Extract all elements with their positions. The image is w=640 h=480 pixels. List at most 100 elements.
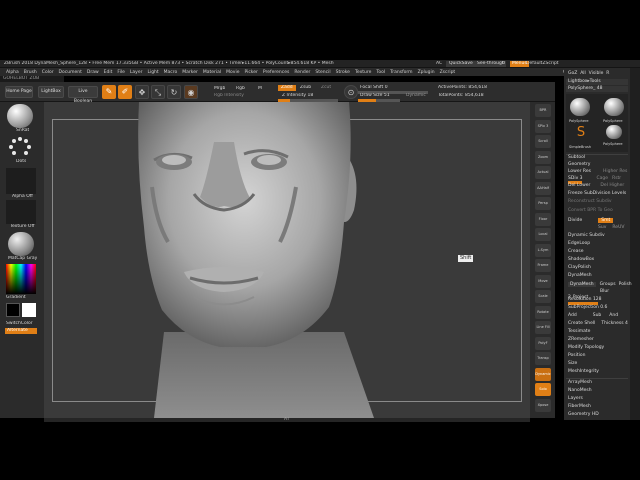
create-shell-button[interactable]: Create Shell xyxy=(568,321,595,326)
lightbox-button[interactable]: LightBox xyxy=(38,86,64,98)
menu-marker[interactable]: Marker xyxy=(182,70,198,75)
shelf-aahalf-button[interactable]: AAHalf xyxy=(535,181,551,195)
shelf-frame-button[interactable]: Frame xyxy=(535,259,551,272)
draw-button[interactable]: ✐ xyxy=(118,85,132,99)
polysphere-thumb-1[interactable] xyxy=(570,98,590,116)
move-button[interactable]: ✥ xyxy=(135,85,149,99)
canvas-viewport[interactable]: Shift xyxy=(44,102,530,418)
del-lower-button[interactable]: Del Lower xyxy=(568,183,590,188)
nanomesh-section[interactable]: NanoMesh xyxy=(566,388,628,394)
color-picker[interactable] xyxy=(6,264,36,294)
claypolish-section[interactable]: ClayPolish xyxy=(566,265,628,271)
menu-color[interactable]: Color xyxy=(42,70,54,75)
position-section[interactable]: Position xyxy=(566,353,628,359)
size-section[interactable]: Size xyxy=(566,361,628,367)
shelf-line-fill-button[interactable]: Line Fill xyxy=(535,321,551,334)
crease-section[interactable]: Crease xyxy=(566,249,628,255)
shadowbox-section[interactable]: ShadowBox xyxy=(566,257,628,263)
modify-topology-section[interactable]: Modify Topology xyxy=(566,345,628,351)
material-icon[interactable] xyxy=(8,232,34,256)
tool-palette-scrollbar[interactable] xyxy=(630,68,640,420)
smt-toggle[interactable]: Smt xyxy=(598,218,614,223)
alpha-thumbnail[interactable] xyxy=(6,168,36,194)
groups-toggle[interactable]: Groups xyxy=(600,282,616,287)
stroke-dots-icon[interactable] xyxy=(7,136,33,158)
divide-button[interactable]: Divide xyxy=(568,218,582,223)
shelf-scale-button[interactable]: Scale xyxy=(535,290,551,303)
sub-button[interactable]: Sub xyxy=(593,313,602,318)
simplebrush-icon[interactable]: S xyxy=(574,125,588,141)
reuv-toggle[interactable]: ReUV xyxy=(612,225,624,230)
suv-toggle[interactable]: Suv xyxy=(598,225,606,230)
shelf-dynamic-button[interactable]: Dynamic xyxy=(535,367,551,381)
rstr-button[interactable]: Rstr xyxy=(612,176,621,181)
shelf-move-button[interactable]: Move xyxy=(535,274,551,288)
dynamesh-button[interactable]: DynaMesh xyxy=(568,282,596,287)
menu-transform[interactable]: Transform xyxy=(390,70,412,75)
edit-button[interactable]: ✎ xyxy=(102,85,116,99)
convert-bpr-button[interactable]: Convert BPR To Geo xyxy=(566,208,628,214)
m-button[interactable]: M xyxy=(258,86,262,92)
tool-name-slider[interactable]: PolySphere_ 48 xyxy=(566,86,628,92)
menu-texture[interactable]: Texture xyxy=(355,70,371,75)
scale-button[interactable]: ⤡ xyxy=(151,85,165,99)
shelf-xpose-button[interactable]: Xpose xyxy=(535,398,551,412)
thickness-slider[interactable]: Thickness 4 xyxy=(601,321,628,326)
dynamesh-section[interactable]: DynaMesh xyxy=(566,273,628,279)
menu-stroke[interactable]: Stroke xyxy=(336,70,350,75)
mrgb-button[interactable]: Mrgb xyxy=(214,86,225,92)
shelf-floor-button[interactable]: Floor xyxy=(535,212,551,226)
menu-material[interactable]: Material xyxy=(203,70,221,75)
reconstruct-subdiv-button[interactable]: Reconstruct Subdiv xyxy=(566,199,628,205)
menu-zplugin[interactable]: Zplugin xyxy=(418,70,435,75)
menu-picker[interactable]: Picker xyxy=(244,70,257,75)
polish-toggle[interactable]: Polish xyxy=(619,282,632,287)
menu-light[interactable]: Light xyxy=(147,70,158,75)
seethrough-slider[interactable]: See-through 0 xyxy=(476,61,506,67)
edgeloop-section[interactable]: EdgeLoop xyxy=(566,241,628,247)
dynamic-subdiv-section[interactable]: Dynamic Subdiv xyxy=(566,233,628,239)
menu-zscript[interactable]: Zscript xyxy=(440,70,456,75)
menu-preferences[interactable]: Preferences xyxy=(263,70,289,75)
rgb-button[interactable]: Rgb xyxy=(236,86,245,92)
secondary-color-swatch[interactable] xyxy=(6,303,20,317)
shelf-l-sym-button[interactable]: L.Sym xyxy=(535,243,551,257)
shelf-bpr-button[interactable]: BPR xyxy=(535,104,551,117)
mesh-integrity-section[interactable]: MeshIntegrity xyxy=(566,369,628,375)
shelf-spix-3-button[interactable]: SPix 3 xyxy=(535,119,551,133)
geometry-section[interactable]: Geometry xyxy=(566,162,628,168)
default-zscript-button[interactable]: DefaultZScript xyxy=(526,61,559,67)
and-button[interactable]: And xyxy=(609,313,618,318)
subtool-section[interactable]: Subtool xyxy=(566,155,628,161)
polysphere-thumb-3[interactable] xyxy=(606,125,622,139)
fibermesh-section[interactable]: FiberMesh xyxy=(566,404,628,410)
lightbox-tools-button[interactable]: Lightbox▸Tools xyxy=(566,79,628,85)
shelf-zoom-button[interactable]: Zoom xyxy=(535,150,551,164)
shelf-scroll-button[interactable]: Scroll xyxy=(535,135,551,148)
menu-brush[interactable]: Brush xyxy=(24,70,37,75)
gradient-label[interactable]: Gradient xyxy=(6,295,26,301)
menu-edit[interactable]: Edit xyxy=(104,70,113,75)
main-color-swatch[interactable] xyxy=(22,303,36,317)
tessimate-section[interactable]: Tessimate xyxy=(566,329,628,335)
live-boolean-button[interactable]: Live Boolean xyxy=(68,86,98,104)
brush-icon[interactable] xyxy=(7,104,33,128)
del-higher-button[interactable]: Del Higher xyxy=(600,183,624,188)
menu-draw[interactable]: Draw xyxy=(87,70,99,75)
menu-layer[interactable]: Layer xyxy=(130,70,143,75)
higher-res-button[interactable]: Higher Res xyxy=(603,169,627,174)
rotate-button[interactable]: ↻ xyxy=(167,85,181,99)
zremesher-section[interactable]: ZRemesher xyxy=(566,337,628,343)
menu-macro[interactable]: Macro xyxy=(164,70,178,75)
ac-button[interactable]: AC xyxy=(436,61,442,67)
zcut-button[interactable]: Zcut xyxy=(321,85,331,91)
polysphere-thumb-2[interactable] xyxy=(604,98,624,116)
menu-movie[interactable]: Movie xyxy=(226,70,239,75)
home-page-button[interactable]: Home Page xyxy=(5,86,33,98)
menu-alpha[interactable]: Alpha xyxy=(6,70,19,75)
freeze-subdiv-button[interactable]: Freeze SubDivision Levels xyxy=(566,191,628,197)
menu-document[interactable]: Document xyxy=(59,70,82,75)
shelf-polyf-button[interactable]: PolyF xyxy=(535,336,551,350)
dynamic-button[interactable]: Dynamic xyxy=(406,93,426,99)
add-button[interactable]: Add xyxy=(568,313,577,318)
